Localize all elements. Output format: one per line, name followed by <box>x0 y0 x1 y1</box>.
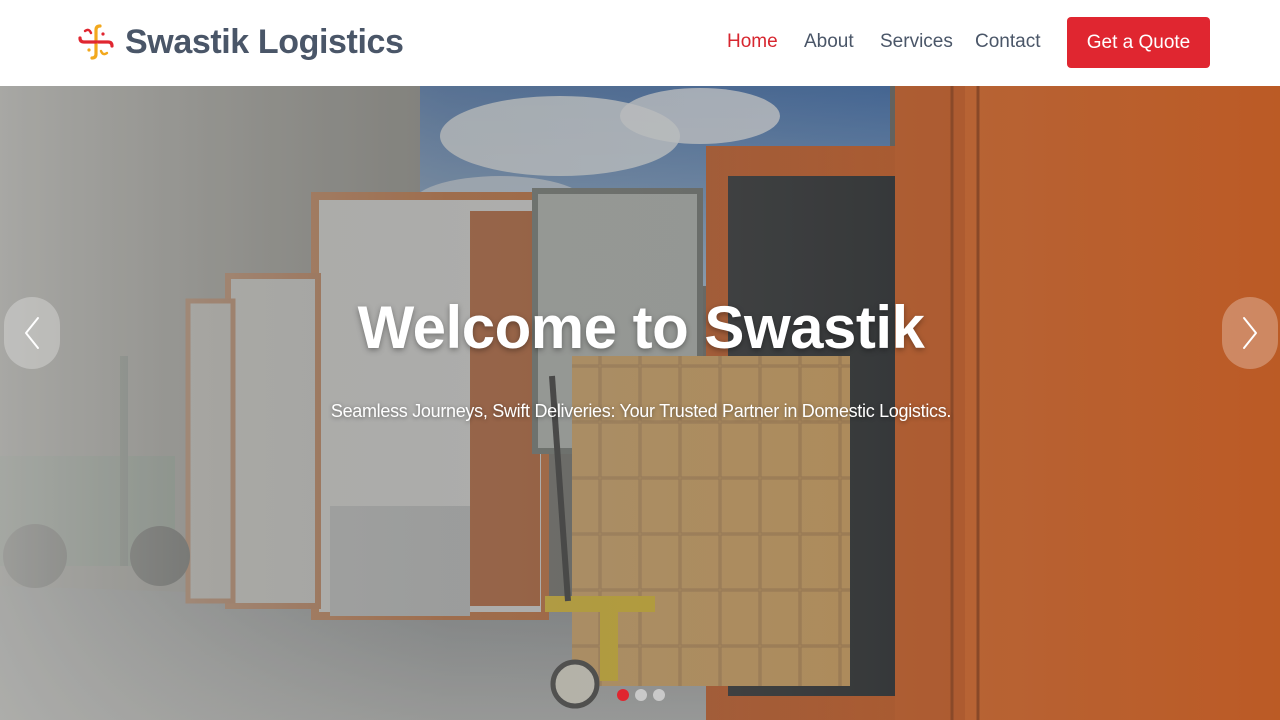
carousel-dot-2[interactable] <box>635 689 647 701</box>
chevron-left-icon <box>25 317 39 349</box>
nav-about-link[interactable]: About <box>804 29 854 55</box>
main-nav: Home About Services Contact Get a Quote <box>0 0 1280 86</box>
carousel-dot-1[interactable] <box>617 689 629 701</box>
hero-subtitle: Seamless Journeys, Swift Deliveries: You… <box>330 401 952 421</box>
carousel-indicators <box>617 689 665 703</box>
carousel-prev-button[interactable] <box>4 297 60 369</box>
carousel-dot-3[interactable] <box>653 689 665 701</box>
carousel-next-button[interactable] <box>1222 297 1278 369</box>
get-quote-button[interactable]: Get a Quote <box>1067 17 1210 68</box>
chevron-right-icon <box>1243 317 1257 349</box>
site-header: Swastik Logistics Home About Services Co… <box>0 0 1280 86</box>
nav-contact-link[interactable]: Contact <box>975 29 1040 55</box>
hero-title: Welcome to Swastik <box>357 294 925 361</box>
nav-services-link[interactable]: Services <box>880 29 953 55</box>
nav-home-link[interactable]: Home <box>727 29 778 55</box>
hero-carousel: Welcome to Swastik Seamless Journeys, Sw… <box>0 86 1280 720</box>
